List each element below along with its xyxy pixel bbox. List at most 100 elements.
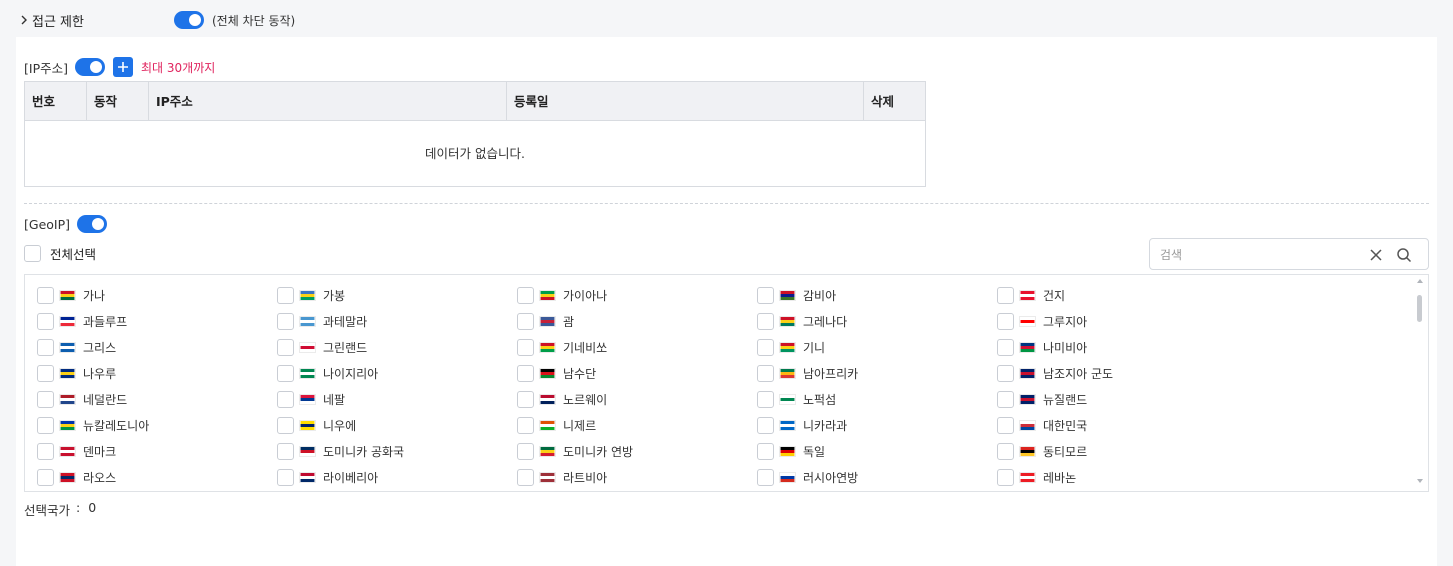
country-item[interactable]: 나우루 [37, 363, 273, 383]
scroll-thumb[interactable] [1417, 295, 1422, 322]
add-ip-button[interactable] [112, 57, 133, 77]
close-icon[interactable] [1368, 247, 1384, 263]
country-checkbox[interactable] [37, 286, 54, 304]
flag-icon [59, 445, 76, 457]
country-checkbox[interactable] [997, 312, 1014, 330]
country-checkbox[interactable] [277, 442, 294, 460]
country-checkbox[interactable] [517, 416, 534, 434]
country-search-input[interactable] [1160, 246, 1360, 264]
country-checkbox[interactable] [997, 442, 1014, 460]
country-item[interactable]: 나이지리아 [277, 363, 513, 383]
country-checkbox[interactable] [277, 390, 294, 408]
country-item[interactable]: 독일 [757, 441, 993, 461]
country-checkbox[interactable] [757, 468, 774, 486]
country-checkbox[interactable] [757, 286, 774, 304]
country-checkbox[interactable] [517, 286, 534, 304]
country-item[interactable]: 그린랜드 [277, 337, 513, 357]
country-checkbox[interactable] [517, 338, 534, 356]
country-name: 그린랜드 [323, 340, 368, 355]
flag-icon [59, 367, 76, 379]
country-checkbox[interactable] [277, 468, 294, 486]
flag-icon [299, 315, 316, 327]
country-checkbox[interactable] [37, 468, 54, 486]
country-item[interactable]: 대한민국 [997, 415, 1233, 435]
ip-toggle[interactable] [74, 58, 105, 76]
country-list-scrollbar[interactable] [1412, 275, 1428, 491]
country-checkbox[interactable] [997, 416, 1014, 434]
country-item[interactable]: 괌 [517, 311, 753, 331]
block-all-toggle[interactable] [174, 11, 204, 29]
country-checkbox[interactable] [757, 416, 774, 434]
country-item[interactable]: 남아프리카 [757, 363, 993, 383]
country-item[interactable]: 라트비아 [517, 467, 753, 487]
country-checkbox[interactable] [37, 312, 54, 330]
country-item[interactable]: 동티모르 [997, 441, 1233, 461]
country-checkbox[interactable] [757, 364, 774, 382]
country-checkbox[interactable] [517, 390, 534, 408]
country-item[interactable]: 과들루프 [37, 311, 273, 331]
country-checkbox[interactable] [37, 416, 54, 434]
country-item[interactable]: 가이아나 [517, 285, 753, 305]
select-all[interactable]: 전체선택 [24, 244, 96, 263]
country-checkbox[interactable] [37, 390, 54, 408]
country-item[interactable]: 노르웨이 [517, 389, 753, 409]
country-item[interactable]: 네팔 [277, 389, 513, 409]
country-checkbox[interactable] [517, 442, 534, 460]
country-item[interactable]: 도미니카 연방 [517, 441, 753, 461]
country-item[interactable]: 레바논 [997, 467, 1233, 487]
country-checkbox[interactable] [37, 364, 54, 382]
country-checkbox[interactable] [277, 416, 294, 434]
country-item[interactable]: 네덜란드 [37, 389, 273, 409]
country-checkbox[interactable] [37, 338, 54, 356]
country-item[interactable]: 노퍽섬 [757, 389, 993, 409]
selected-country-summary: 선택국가 : 0 [24, 500, 96, 519]
country-checkbox[interactable] [517, 468, 534, 486]
country-item[interactable]: 니카라과 [757, 415, 993, 435]
country-checkbox[interactable] [757, 312, 774, 330]
country-item[interactable]: 니제르 [517, 415, 753, 435]
country-checkbox[interactable] [997, 338, 1014, 356]
country-checkbox[interactable] [517, 312, 534, 330]
scroll-down-arrow-icon[interactable] [1417, 479, 1423, 483]
country-item[interactable]: 뉴질랜드 [997, 389, 1233, 409]
country-item[interactable]: 건지 [997, 285, 1233, 305]
geoip-toggle[interactable] [77, 215, 108, 233]
country-checkbox[interactable] [277, 338, 294, 356]
country-checkbox[interactable] [997, 364, 1014, 382]
country-item[interactable]: 감비아 [757, 285, 993, 305]
country-item[interactable]: 기니 [757, 337, 993, 357]
chevron-right-icon[interactable] [18, 14, 30, 26]
country-item[interactable]: 남수단 [517, 363, 753, 383]
country-item[interactable]: 그루지아 [997, 311, 1233, 331]
scroll-up-arrow-icon[interactable] [1417, 279, 1423, 283]
country-item[interactable]: 가나 [37, 285, 273, 305]
country-checkbox[interactable] [757, 442, 774, 460]
country-item[interactable]: 덴마크 [37, 441, 273, 461]
country-item[interactable]: 남조지아 군도 [997, 363, 1233, 383]
country-checkbox[interactable] [277, 364, 294, 382]
country-checkbox[interactable] [997, 286, 1014, 304]
country-item[interactable]: 나미비아 [997, 337, 1233, 357]
country-item[interactable]: 기네비쏘 [517, 337, 753, 357]
country-checkbox[interactable] [277, 286, 294, 304]
country-item[interactable]: 도미니카 공화국 [277, 441, 513, 461]
search-icon[interactable] [1396, 247, 1412, 263]
country-item[interactable]: 가봉 [277, 285, 513, 305]
country-item[interactable]: 라오스 [37, 467, 273, 487]
country-checkbox[interactable] [757, 338, 774, 356]
country-item[interactable]: 니우에 [277, 415, 513, 435]
country-item[interactable]: 과테말라 [277, 311, 513, 331]
country-checkbox[interactable] [517, 364, 534, 382]
country-item[interactable]: 뉴칼레도니아 [37, 415, 273, 435]
country-item[interactable]: 그리스 [37, 337, 273, 357]
select-all-checkbox[interactable] [24, 245, 41, 262]
country-item[interactable]: 그레나다 [757, 311, 993, 331]
country-checkbox[interactable] [757, 390, 774, 408]
country-checkbox[interactable] [997, 468, 1014, 486]
country-checkbox[interactable] [37, 442, 54, 460]
country-name: 남수단 [563, 366, 597, 381]
country-checkbox[interactable] [277, 312, 294, 330]
country-checkbox[interactable] [997, 390, 1014, 408]
country-item[interactable]: 라이베리아 [277, 467, 513, 487]
country-item[interactable]: 러시아연방 [757, 467, 993, 487]
